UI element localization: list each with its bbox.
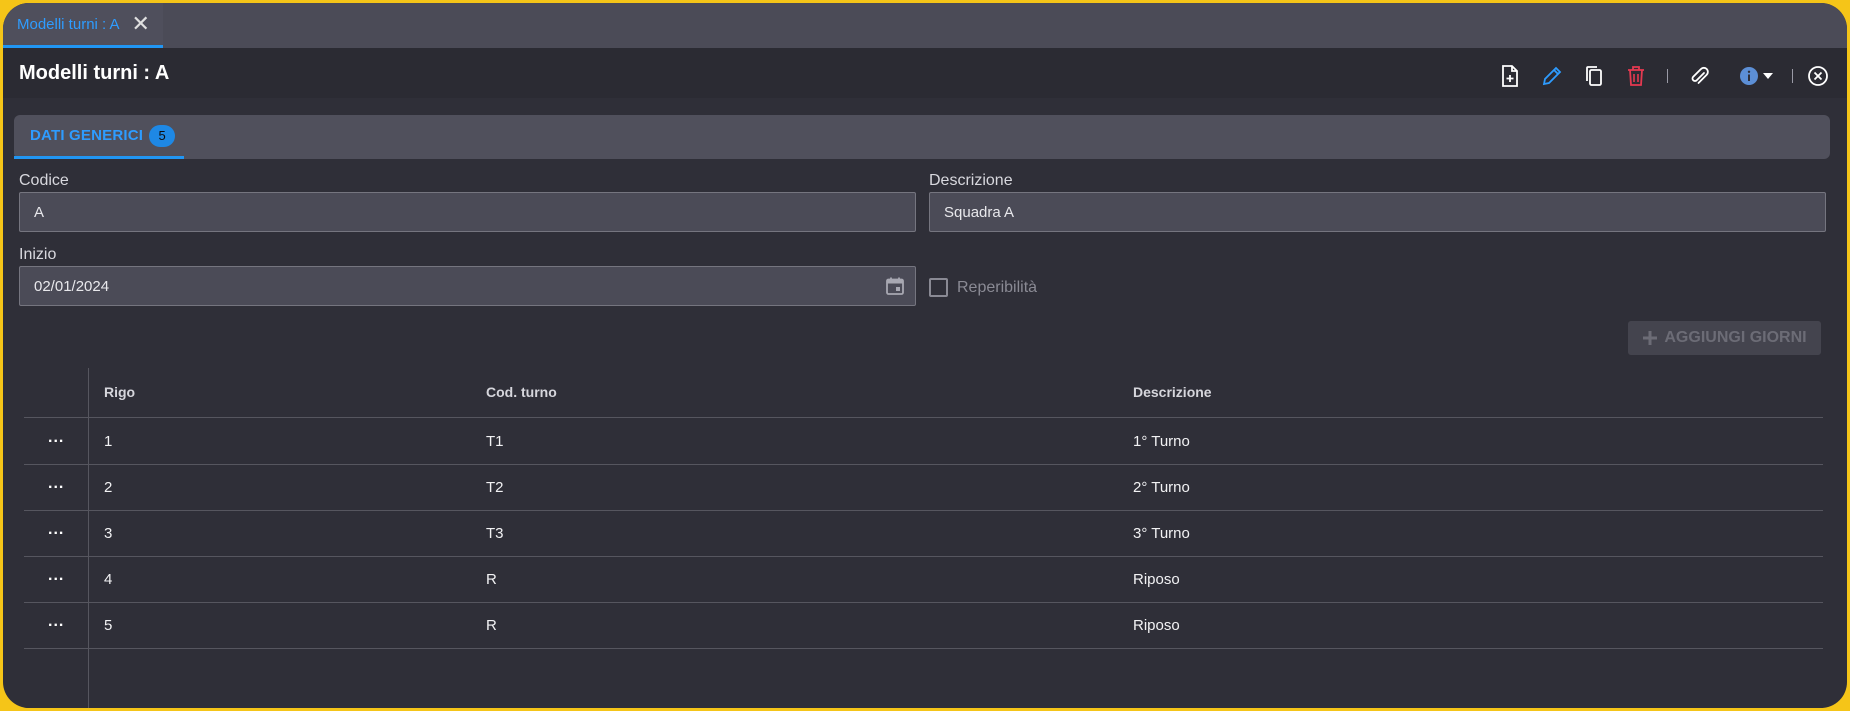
delete-trash-icon[interactable] — [1615, 61, 1657, 91]
app-window: Modelli turni : A ✕ Modelli turni : A DA… — [3, 3, 1847, 708]
cell-cod-turno: T1 — [486, 433, 504, 450]
cell-cod-turno: R — [486, 617, 497, 634]
row-menu-icon[interactable]: ... — [48, 429, 64, 447]
cell-cod-turno: T2 — [486, 479, 504, 496]
codice-label: Codice — [19, 172, 69, 189]
cell-rigo: 1 — [104, 433, 113, 450]
edit-pencil-icon[interactable] — [1531, 61, 1573, 91]
inizio-date-input[interactable]: 02/01/2024 — [19, 266, 916, 306]
table-row[interactable]: ... 1 T1 1° Turno — [24, 419, 1823, 465]
column-header-cod-turno[interactable]: Cod. turno — [486, 384, 557, 400]
column-header-descrizione[interactable]: Descrizione — [1133, 384, 1212, 400]
close-icon[interactable]: ✕ — [132, 13, 150, 35]
inizio-label: Inizio — [19, 246, 57, 263]
table-row[interactable]: ... 5 R Riposo — [24, 603, 1823, 649]
plus-icon — [1643, 331, 1658, 345]
reperibilita-label: Reperibilità — [957, 279, 1038, 296]
add-days-label: AGGIUNGI GIORNI — [1664, 329, 1807, 346]
row-menu-icon[interactable]: ... — [48, 521, 64, 539]
row-menu-icon[interactable]: ... — [48, 475, 64, 493]
toolbar-separator — [1792, 69, 1793, 83]
cell-descrizione: Riposo — [1133, 571, 1180, 588]
table-row[interactable]: ... 4 R Riposo — [24, 557, 1823, 603]
column-header-rigo[interactable]: Rigo — [104, 384, 135, 400]
table-row[interactable]: ... 3 T3 3° Turno — [24, 511, 1823, 557]
shift-days-grid: Rigo Cod. turno Descrizione ... 1 T1 1° … — [24, 368, 1823, 708]
cell-descrizione: 1° Turno — [1133, 433, 1190, 450]
row-menu-icon[interactable]: ... — [48, 567, 64, 585]
codice-input[interactable]: A — [19, 192, 916, 232]
page-title: Modelli turni : A — [19, 61, 170, 84]
codice-value: A — [34, 203, 45, 221]
descrizione-label: Descrizione — [929, 172, 1013, 189]
reperibilita-checkbox[interactable] — [929, 278, 948, 297]
descrizione-input[interactable]: Squadra A — [929, 192, 1826, 232]
cell-rigo: 3 — [104, 525, 113, 542]
tab-dati-generici[interactable]: DATI GENERICI 5 — [14, 115, 184, 159]
copy-icon[interactable] — [1573, 61, 1615, 91]
document-tab-label: Modelli turni : A — [17, 15, 120, 33]
attach-paperclip-icon[interactable] — [1678, 61, 1720, 91]
section-tab-bar: DATI GENERICI 5 — [14, 115, 1830, 159]
row-menu-icon[interactable]: ... — [48, 613, 64, 631]
inizio-value: 02/01/2024 — [34, 277, 110, 295]
document-tab-strip: Modelli turni : A ✕ — [3, 3, 1847, 48]
toolbar — [1489, 61, 1833, 91]
count-badge: 5 — [149, 124, 176, 147]
cell-descrizione: 3° Turno — [1133, 525, 1190, 542]
document-tab[interactable]: Modelli turni : A ✕ — [3, 3, 163, 48]
cell-descrizione: 2° Turno — [1133, 479, 1190, 496]
chevron-down-icon — [1763, 73, 1773, 79]
grid-header: Rigo Cod. turno Descrizione — [24, 368, 1823, 418]
add-days-button[interactable]: AGGIUNGI GIORNI — [1628, 321, 1821, 355]
cell-rigo: 4 — [104, 571, 113, 588]
cell-cod-turno: T3 — [486, 525, 504, 542]
grid-column-divider — [88, 368, 89, 708]
new-document-icon[interactable] — [1489, 61, 1531, 91]
cell-rigo: 2 — [104, 479, 113, 496]
cell-rigo: 5 — [104, 617, 113, 634]
info-icon[interactable] — [1730, 61, 1782, 91]
descrizione-value: Squadra A — [944, 203, 1015, 221]
cell-descrizione: Riposo — [1133, 617, 1180, 634]
toolbar-separator — [1667, 69, 1668, 83]
tab-dati-generici-label: DATI GENERICI — [30, 127, 144, 144]
close-circle-icon[interactable] — [1803, 61, 1833, 91]
calendar-icon[interactable] — [885, 276, 905, 300]
cell-cod-turno: R — [486, 571, 497, 588]
table-row[interactable]: ... 2 T2 2° Turno — [24, 465, 1823, 511]
